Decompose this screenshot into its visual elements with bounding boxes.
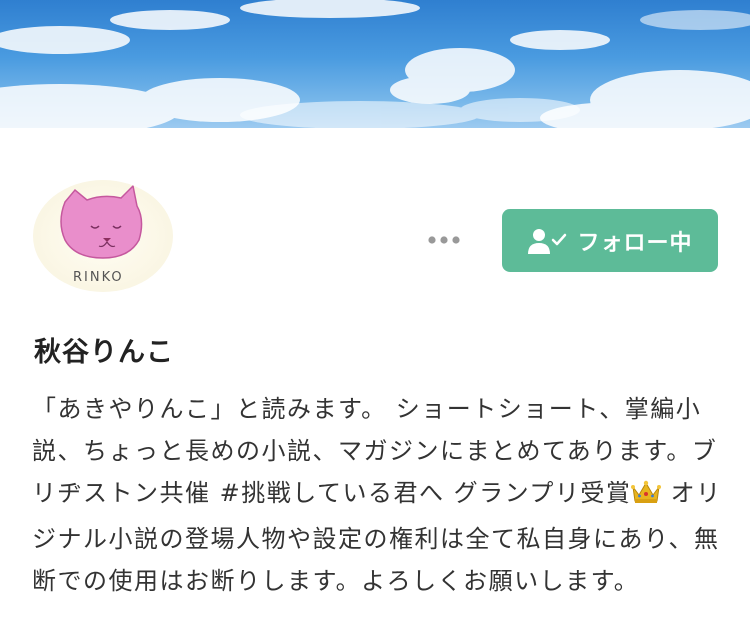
pink-cat-avatar-icon: RINKO [60, 184, 143, 285]
avatar-text: RINKO [73, 270, 124, 285]
profile-name: 秋谷りんこ [34, 337, 174, 368]
user-check-icon [528, 228, 567, 254]
avatar[interactable]: RINKO [33, 180, 173, 292]
more-options-button[interactable] [420, 222, 468, 258]
following-button[interactable]: フォロー中 [502, 209, 718, 272]
cover-image [0, 0, 750, 128]
profile-bio: 「あきやりんこ」と読みます。 ショートショート、掌編小説、ちょっと長めの小説、マ… [32, 388, 722, 602]
more-dots-icon [428, 236, 460, 244]
bio-text-part1: 「あきやりんこ」と読みます。 ショートショート、掌編小説、ちょっと長めの小説、マ… [32, 395, 718, 507]
sky-clouds-illustration [0, 0, 750, 128]
following-label: フォロー中 [577, 230, 693, 256]
crown-icon [631, 476, 662, 518]
